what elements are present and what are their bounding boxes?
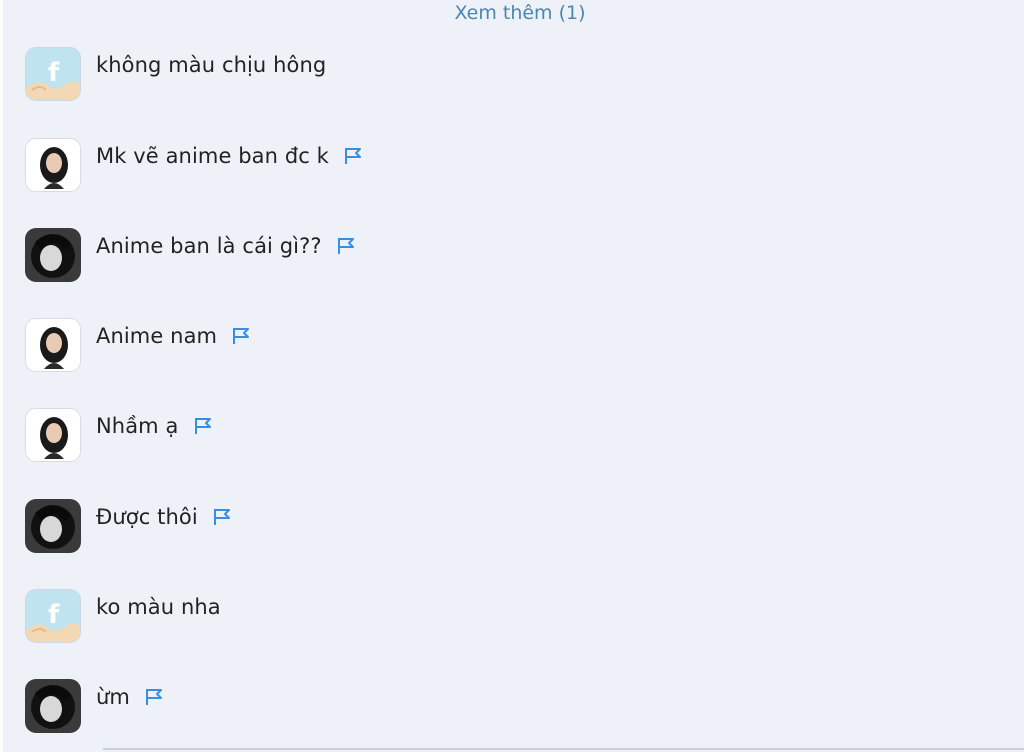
report-flag-icon[interactable] [231, 326, 251, 346]
fb-app-avatar[interactable]: f [25, 47, 81, 101]
girl-avatar[interactable] [25, 138, 81, 192]
report-flag-icon[interactable] [144, 687, 164, 707]
svg-text:f: f [48, 58, 60, 88]
report-flag-icon[interactable] [336, 236, 356, 256]
comment-item: ừm [25, 679, 925, 735]
view-more-link[interactable]: Xem thêm (1) [3, 2, 1024, 24]
report-flag-icon[interactable] [193, 416, 213, 436]
girl-avatar[interactable] [25, 318, 81, 372]
comment-item: Nhầm ạ [25, 408, 925, 464]
comment-text: Anime nam [96, 324, 218, 348]
report-flag-icon[interactable] [343, 146, 363, 166]
comment-text: Nhầm ạ [96, 414, 179, 438]
comment-item: f không màu chịu hông [25, 47, 925, 103]
comment-text: Được thôi [96, 505, 198, 529]
fb-app-avatar[interactable]: f [25, 589, 81, 643]
report-flag-icon[interactable] [212, 507, 232, 527]
comment-item: Được thôi [25, 499, 925, 555]
divider [103, 748, 1024, 750]
comment-item: Mk vẽ anime ban đc k [25, 138, 925, 194]
dark-hair-avatar[interactable] [25, 499, 81, 553]
comment-item: Anime nam [25, 318, 925, 374]
comment-text: Mk vẽ anime ban đc k [96, 144, 329, 168]
comment-text: ko màu nha [96, 595, 221, 619]
comment-item: f ko màu nha [25, 589, 925, 645]
svg-text:f: f [48, 600, 60, 630]
comment-panel: Xem thêm (1) f không màu chịu hông Mk vẽ… [3, 0, 1024, 752]
comment-text: Anime ban là cái gì?? [96, 234, 322, 258]
comment-text: ừm [96, 685, 130, 709]
dark-hair-avatar[interactable] [25, 679, 81, 733]
dark-hair-avatar[interactable] [25, 228, 81, 282]
comment-item: Anime ban là cái gì?? [25, 228, 925, 284]
comment-text: không màu chịu hông [96, 53, 327, 77]
girl-avatar[interactable] [25, 408, 81, 462]
